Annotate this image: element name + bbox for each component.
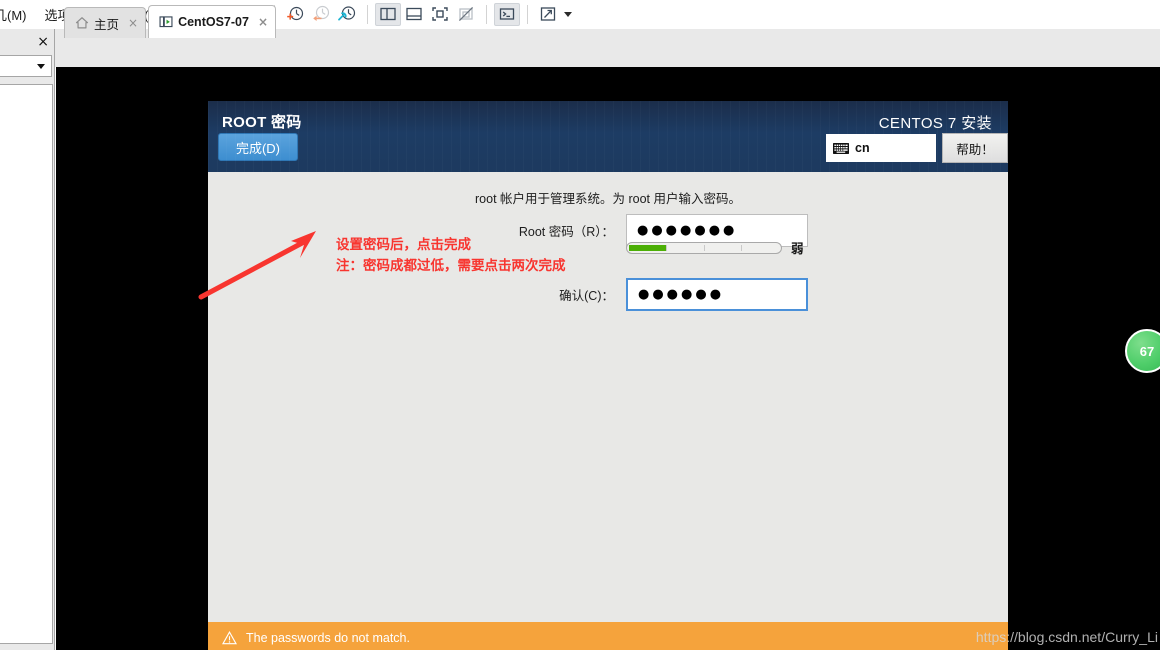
tab-home[interactable]: 主页 × xyxy=(64,7,147,38)
vm-icon xyxy=(159,16,173,28)
anaconda-installer: ROOT 密码 完成(D) CENTOS 7 安装 cn 帮助！ root 帐户… xyxy=(208,101,1008,650)
stretch-dropdown[interactable] xyxy=(561,3,575,26)
thumbnail-bar-icon xyxy=(406,7,422,21)
snapshot-add-icon xyxy=(287,6,304,21)
sidebar-list[interactable] xyxy=(0,84,53,644)
strength-segment xyxy=(629,244,667,251)
show-library-button[interactable] xyxy=(375,2,402,26)
keyboard-layout-label: cn xyxy=(855,141,870,155)
password-strength-meter xyxy=(626,241,782,254)
manage-snapshots-button[interactable] xyxy=(334,3,360,26)
root-password-label: Root 密码（R）： xyxy=(518,225,614,239)
tab-centos-close-icon[interactable]: × xyxy=(258,15,268,29)
snapshot-revert-icon xyxy=(313,5,330,21)
stretch-icon xyxy=(541,7,556,21)
tab-centos7-07[interactable]: CentOS7-07 × xyxy=(148,5,276,38)
page-title: ROOT 密码 xyxy=(222,114,302,131)
snapshot-manage-icon xyxy=(338,6,356,21)
take-snapshot-button[interactable] xyxy=(282,3,308,26)
password-strength-row: 弱 xyxy=(626,238,804,257)
enter-fullscreen-button[interactable] xyxy=(427,3,453,26)
keyboard-layout-indicator[interactable]: cn xyxy=(826,134,936,162)
tab-list: 主页 × CentOS7-07 × xyxy=(64,0,278,38)
warning-message: The passwords do not match. xyxy=(246,631,410,645)
confirm-password-input[interactable]: ●●●●●● xyxy=(626,278,808,311)
keyboard-icon xyxy=(833,142,849,154)
watermark: https://blog.csdn.net/Curry_Li xyxy=(975,629,1158,645)
toolbar-divider xyxy=(367,4,369,24)
unity-disabled-icon xyxy=(459,6,474,22)
root-password-description: root 帐户用于管理系统。为 root 用户输入密码。 xyxy=(475,192,741,206)
chevron-down-icon xyxy=(564,11,573,17)
show-thumbnail-bar-button[interactable] xyxy=(401,3,427,26)
revert-snapshot-button[interactable] xyxy=(308,3,334,26)
home-icon xyxy=(75,17,89,29)
tab-home-label: 主页 xyxy=(94,17,120,32)
terminal-icon xyxy=(500,8,515,20)
red-arrow xyxy=(198,231,316,300)
installer-body: root 帐户用于管理系统。为 root 用户输入密码。 Root 密码（R）：… xyxy=(208,172,1008,650)
library-sidebar: × xyxy=(0,29,55,650)
password-strength-label: 弱 xyxy=(791,242,804,256)
chevron-down-icon xyxy=(37,63,45,69)
sidebar-dropdown[interactable] xyxy=(0,55,52,77)
tab-centos-label: CentOS7-07 xyxy=(178,15,249,29)
strength-segment xyxy=(667,244,705,251)
console-button[interactable] xyxy=(494,2,521,26)
stretch-guest-button[interactable] xyxy=(535,3,561,26)
menu-virtual-machine[interactable]: 几(M) xyxy=(0,0,36,29)
tab-home-close-icon[interactable]: × xyxy=(128,16,138,30)
warning-triangle-icon xyxy=(222,631,237,645)
toolbar-divider xyxy=(486,4,488,24)
installer-brand: CENTOS 7 安装 xyxy=(878,115,992,132)
vmware-workstation-window: 几(M) 选项卡(T) 帮助(H) xyxy=(0,0,1160,650)
library-panel-icon xyxy=(380,7,396,21)
guest-display[interactable]: ROOT 密码 完成(D) CENTOS 7 安装 cn 帮助！ root 帐户… xyxy=(56,67,1160,650)
strength-segment xyxy=(742,245,779,251)
installer-header: ROOT 密码 完成(D) CENTOS 7 安装 cn 帮助！ xyxy=(208,101,1008,172)
annotation-line-1: 设置密码后，点击完成 xyxy=(336,237,471,252)
help-button[interactable]: 帮助！ xyxy=(942,133,1008,163)
sidebar-close-icon[interactable]: × xyxy=(37,35,49,49)
confirm-password-label: 确认(C)： xyxy=(559,289,614,303)
toolbar-divider xyxy=(527,4,529,24)
unity-mode-button[interactable] xyxy=(453,3,479,26)
strength-segment xyxy=(705,244,743,251)
done-button[interactable]: 完成(D) xyxy=(218,133,298,161)
annotation-line-2: 注：密码成都过低，需要点击两次完成 xyxy=(336,258,566,273)
warning-bar: The passwords do not match. xyxy=(208,622,1008,650)
fullscreen-icon xyxy=(432,7,448,21)
confirm-password-row: 确认(C)： ●●●●●● xyxy=(466,278,808,311)
